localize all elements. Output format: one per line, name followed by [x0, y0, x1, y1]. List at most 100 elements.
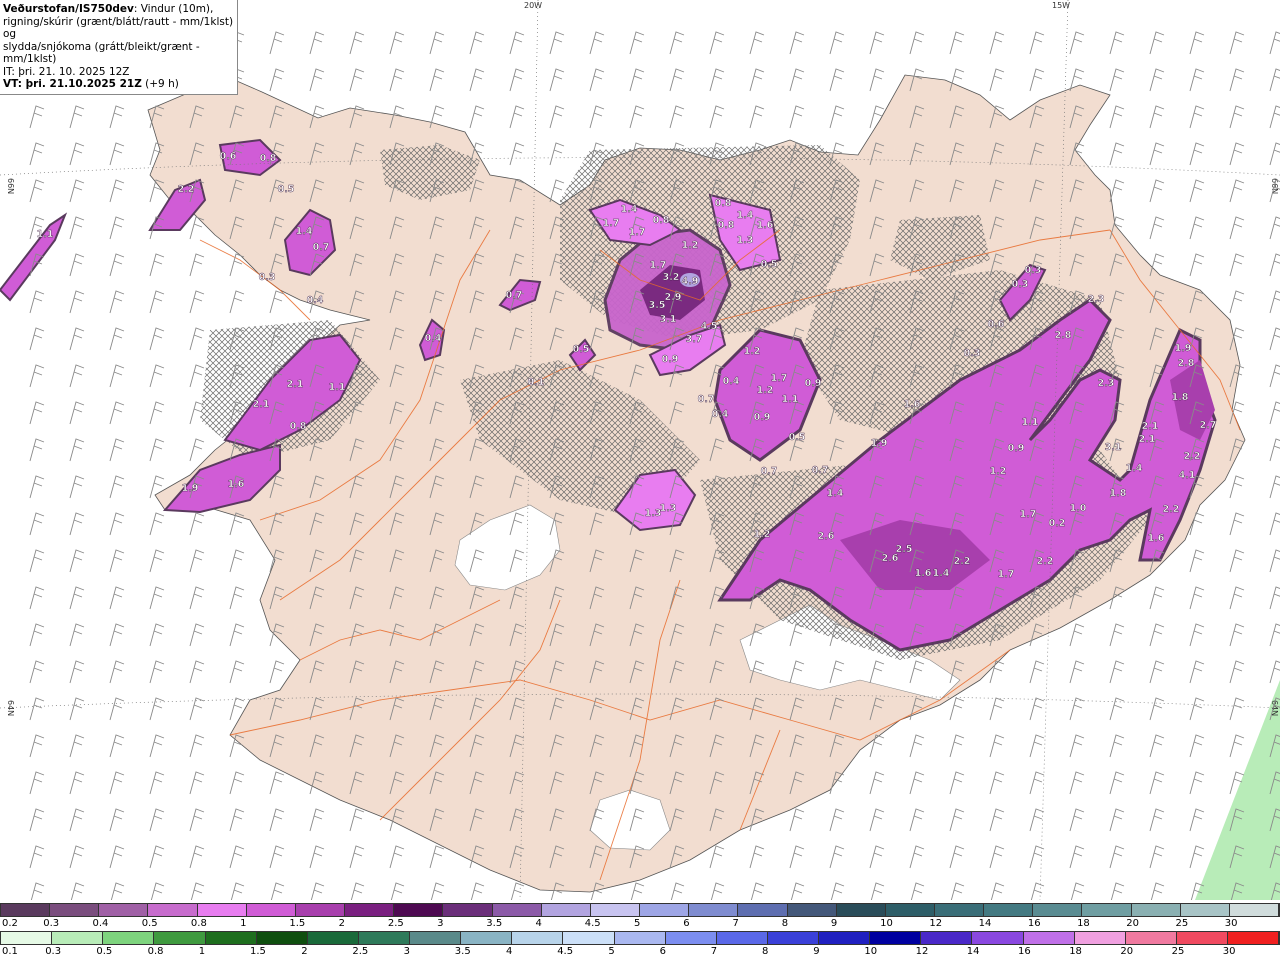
colorbar-label: 8 — [762, 946, 769, 957]
precip-value-label: 1.8 — [1110, 488, 1127, 499]
colorbar-swatch — [972, 932, 1024, 944]
colorbar-swatch — [984, 904, 1034, 916]
colorbar-swatch — [1131, 904, 1181, 916]
lon-label-20w: 20W — [524, 1, 542, 10]
colorbar-label: 20 — [1126, 918, 1140, 929]
precip-value-label: 0.7 — [761, 466, 778, 477]
map-header: Veðurstofan/IS750dev: Vindur (10m), rign… — [0, 0, 238, 95]
precip-value-label: 0.9 — [662, 354, 679, 365]
precip-value-label: 2.1 — [287, 379, 304, 390]
colorbar-label: 16 — [1018, 946, 1031, 957]
colorbar-label: 10 — [880, 918, 893, 929]
colorbar-swatch — [1033, 904, 1083, 916]
colorbar-swatch — [103, 932, 155, 944]
precip-value-label: 1.8 — [1172, 392, 1189, 403]
precip-value-label: 1.7 — [629, 227, 646, 238]
colorbar-swatch — [541, 904, 591, 916]
colorbar-swatch — [345, 904, 395, 916]
colorbar-label: 2.5 — [352, 946, 369, 957]
precip-value-label: 0.7 — [313, 242, 330, 253]
precip-value-label: 1.2 — [757, 385, 774, 396]
colorbar-swatch — [1228, 932, 1280, 944]
lat-label-64n-left: 64N — [6, 700, 15, 716]
colorbar-label: 16 — [1027, 918, 1041, 929]
precip-value-label: 1.1 — [329, 382, 346, 393]
precip-value-label: 0.5 — [761, 259, 778, 270]
colorbar-swatch — [787, 904, 837, 916]
colorbar-label: 6 — [683, 918, 690, 929]
colorbar-swatch — [154, 932, 206, 944]
colorbar-label: 4.5 — [557, 946, 574, 957]
lon-label-15w: 15W — [1052, 1, 1070, 10]
colorbar-swatch — [512, 932, 564, 944]
colorbar-swatch — [640, 904, 690, 916]
precip-value-label: 0.4 — [723, 376, 740, 387]
precip-value-label: 2.8 — [1055, 330, 1072, 341]
source-title: Veðurstofan/IS750dev — [3, 3, 134, 15]
precip-value-label: 0.3 — [1012, 279, 1029, 290]
colorbar-label: 3.5 — [454, 946, 471, 957]
colorbar-swatch — [665, 932, 717, 944]
colorbar-label: 9 — [813, 946, 820, 957]
precip-value-label: 0.3 — [964, 348, 981, 359]
precip-value-label: 1.2 — [744, 346, 761, 357]
colorbar-label: 14 — [966, 946, 980, 957]
colorbar-label: 6 — [659, 946, 666, 957]
precip-value-label: 1.7 — [650, 260, 667, 271]
colorbar-swatch — [921, 932, 973, 944]
colorbar-swatch — [50, 904, 100, 916]
colorbar-swatch — [394, 904, 444, 916]
colorbar-swatch — [870, 932, 922, 944]
precip-value-label: 0.4 — [307, 295, 324, 306]
precip-value-label: 3.1 — [1105, 442, 1122, 453]
colorbar-label: 30 — [1224, 918, 1238, 929]
colorbar-swatch — [1074, 932, 1126, 944]
precip-value-label: 1.4 — [827, 488, 844, 499]
colorbar-label: 1.5 — [250, 946, 266, 957]
colorbar-swatch — [836, 904, 886, 916]
precip-value-label: 1.9 — [1175, 343, 1192, 354]
colorbar-swatch — [738, 904, 788, 916]
precip-value-label: 1.7 — [998, 569, 1015, 580]
precip-value-label: 4.1 — [1179, 470, 1196, 481]
colorbar-swatch — [689, 904, 739, 916]
colorbar-label: 2.5 — [387, 918, 404, 929]
snow-colorbar — [0, 903, 1280, 917]
precip-value-label: 0.8 — [260, 153, 277, 164]
colorbar-label: 25 — [1175, 918, 1189, 929]
colorbar-swatch — [197, 904, 247, 916]
precip-value-label: 1.6 — [228, 479, 245, 490]
precip-value-label: 0.9 — [805, 378, 822, 389]
colorbar-swatch — [461, 932, 513, 944]
precip-value-label: 2.2 — [954, 556, 971, 567]
colorbar-swatch — [1082, 904, 1132, 916]
initial-time: IT: þri. 21. 10. 2025 12Z — [3, 65, 130, 78]
colorbar-swatch — [1, 904, 51, 916]
precip-value-label: 2.9 — [665, 292, 682, 303]
precip-value-label: 3.5 — [649, 300, 666, 311]
colorbar-swatch — [1, 932, 53, 944]
colorbar-label: 14 — [978, 918, 992, 929]
precip-value-label: 2.2 — [1163, 504, 1180, 515]
colorbar-swatch — [307, 932, 359, 944]
precip-value-label: 3.2 — [663, 272, 680, 283]
precip-value-label: 0.8 — [715, 198, 732, 209]
snow-colorbar-labels: 0.2 0.3 0.4 0.5 0.8 1 1.5 2 2.5 3 3.5 4 4.5 5 6 7 8 9 10 12… — [0, 918, 1280, 930]
colorbar-label: 0.8 — [190, 918, 207, 929]
colorbar-swatch — [246, 904, 296, 916]
colorbar-swatch — [52, 932, 104, 944]
precip-value-label: 1.4 — [933, 568, 950, 579]
precip-value-label: 1.4 — [1126, 463, 1143, 474]
precip-value-label: 1.2 — [754, 529, 771, 540]
precip-value-label: 4.5 — [701, 321, 718, 332]
header-desc-2: rigning/skúrir (grænt/blátt/rautt - mm/1… — [3, 15, 234, 41]
precip-value-label: 1.4 — [737, 210, 754, 221]
precip-value-label: 2.1 — [1139, 434, 1156, 445]
rain-colorbar — [0, 931, 1280, 945]
precip-value-label: 2.8 — [1178, 358, 1195, 369]
precip-value-label: 0.2 — [1049, 518, 1066, 529]
precip-value-label: 1.3 — [737, 235, 754, 246]
precip-value-label: 1.7 — [603, 218, 620, 229]
colorbar-swatch — [1023, 932, 1075, 944]
precip-value-label: 1.6 — [915, 568, 932, 579]
